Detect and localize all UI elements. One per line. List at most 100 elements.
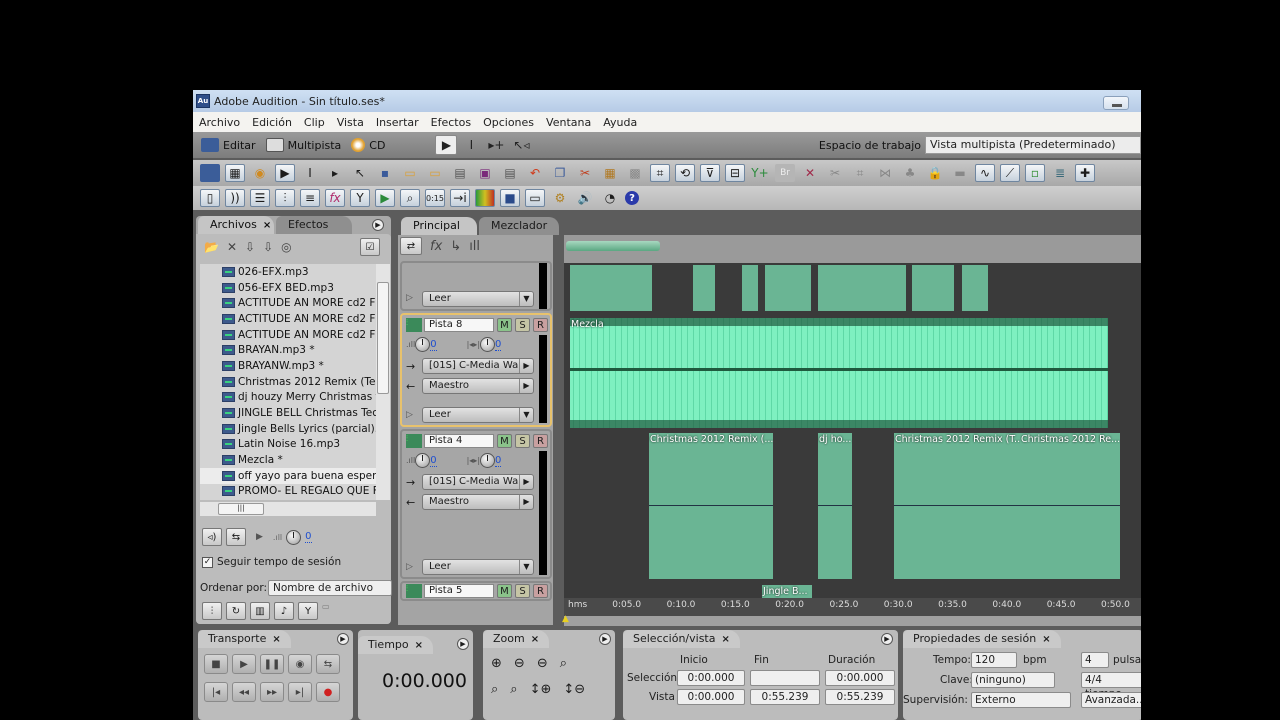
mute-button[interactable]: M (497, 584, 512, 598)
audio-settings-icon[interactable]: 🔊 (575, 189, 595, 207)
mute-button[interactable]: M (497, 434, 512, 448)
volume-knob[interactable] (286, 529, 302, 545)
filter-loop-icon[interactable]: ↻ (226, 602, 246, 620)
close-file-icon[interactable]: ✕ (227, 240, 237, 254)
solo-button[interactable]: S (515, 318, 530, 332)
view-start-input[interactable]: 0:00.000 (677, 689, 745, 705)
close-icon[interactable]: × (721, 634, 729, 645)
multitrack-view-icon[interactable]: ▦ (225, 164, 245, 182)
spline-curve-icon[interactable]: ▫ (1025, 164, 1045, 182)
help-icon[interactable]: ? (625, 191, 639, 205)
clip[interactable] (570, 265, 652, 311)
insert-track-icon[interactable]: ✚ (1075, 164, 1095, 182)
view-duration-input[interactable]: 0:55.239 (825, 689, 895, 705)
clip[interactable]: Jingle B... (762, 585, 812, 598)
zoom-right-edge-icon[interactable]: ⌕ (510, 682, 517, 697)
filter-midi-icon[interactable]: ♪ (274, 602, 294, 620)
output-select[interactable]: Maestro ▶ (422, 378, 534, 394)
zoom-selection-icon[interactable]: ⌕ (560, 656, 567, 671)
cut-icon[interactable]: ✂ (575, 164, 595, 182)
clip[interactable] (912, 265, 954, 311)
close-icon[interactable]: × (531, 634, 539, 645)
trim-icon[interactable]: ⌗ (850, 164, 870, 182)
lock-clip-icon[interactable]: 🔒 (925, 164, 945, 182)
pan-knob[interactable] (480, 453, 496, 468)
file-list-item[interactable]: JINGLE BELL Christmas Tecl (200, 405, 376, 421)
clip[interactable]: Christmas 2012 Remix (... (649, 433, 773, 579)
input-select[interactable]: [01S] C-Media Wa ▶ (422, 358, 534, 374)
open-append-icon[interactable]: ▭ (425, 164, 445, 182)
play-from-cursor-button[interactable]: ◉ (288, 654, 312, 674)
close-icon[interactable]: × (263, 220, 271, 231)
track-name-input[interactable]: Pista 4 (424, 434, 494, 448)
save-icon[interactable]: ▣ (475, 164, 495, 182)
file-list-item[interactable]: Christmas 2012 Remix (Techr (200, 374, 376, 390)
fx-icon[interactable]: fx (430, 239, 442, 254)
close-icon[interactable]: × (272, 634, 280, 645)
move-tool-icon[interactable]: ▶ (435, 135, 458, 155)
mute-clip-icon[interactable]: ✕ (800, 164, 820, 182)
track-5-lane[interactable]: Jingle B... (564, 580, 1141, 598)
fast-forward-button[interactable]: ▸▸ (260, 682, 284, 702)
preferences-icon[interactable]: ◔ (600, 189, 620, 207)
scrub-tool-icon-2[interactable]: ↖ (350, 164, 370, 182)
time-tab[interactable]: Tiempo × (358, 636, 434, 654)
move-tool-icon-2[interactable]: ▶ (275, 164, 295, 182)
file-list-item[interactable]: off yayo para buena esperanz (200, 467, 376, 484)
edit-mode-button[interactable]: Editar (201, 138, 256, 152)
autoplay-icon[interactable]: ◃) (202, 528, 222, 546)
play-button[interactable]: ▶ (232, 654, 256, 674)
time-ruler[interactable]: hms 0:05.0 0:10.0 0:15.0 0:20.0 0:25.0 0:30.0 0… (564, 598, 1141, 616)
expand-icon[interactable]: ▷ (406, 293, 413, 303)
tab-efectos[interactable]: Efectos (276, 216, 352, 234)
tracks-list-icon[interactable]: ≣ (1050, 164, 1070, 182)
split-icon[interactable]: ✂ (825, 164, 845, 182)
stop-button[interactable]: ■ (204, 654, 228, 674)
menu-ayuda[interactable]: Ayuda (603, 116, 637, 129)
panel-menu-icon[interactable]: ▶ (372, 219, 384, 231)
selection-duration-input[interactable]: 0:00.000 (825, 670, 895, 686)
clip[interactable] (818, 265, 906, 311)
menu-insertar[interactable]: Insertar (376, 116, 419, 129)
panel-menu-icon[interactable]: ▶ (599, 633, 611, 645)
zoom-out-vertical-icon[interactable]: ↕⊖ (563, 682, 585, 697)
panel-menu-icon[interactable]: ▶ (457, 638, 469, 650)
menu-edicion[interactable]: Edición (252, 116, 292, 129)
play-preview-icon[interactable]: ▶ (256, 532, 263, 542)
insert-audio-icon[interactable]: ◎ (281, 240, 291, 254)
clip[interactable]: Christmas 2012 Re... (1020, 433, 1120, 579)
filter-audio-icon[interactable]: ⫶ (202, 602, 222, 620)
menu-vista[interactable]: Vista (337, 116, 364, 129)
transport-tab[interactable]: Transporte × (198, 630, 291, 648)
file-list-item[interactable]: 056-EFX BED.mp3 (200, 280, 376, 296)
paste-icon[interactable]: ▦ (600, 164, 620, 182)
key-select[interactable]: (ninguno) (971, 672, 1055, 688)
session-tab[interactable]: Propiedades de sesión × (903, 630, 1061, 648)
mix-clip[interactable]: Mezcla (570, 318, 1108, 428)
zoom-tab[interactable]: Zoom × (483, 630, 550, 648)
track-pista-4[interactable]: ⫶ Pista 4 M S R .ıll 0 |◂▸| 0 → [01S] C-… (400, 429, 552, 579)
file-list-item[interactable]: ACTITUDE AN MORE cd2 F (200, 311, 376, 327)
file-list-item[interactable]: dj houzy Merry Christmas tec (200, 390, 376, 406)
menu-efectos[interactable]: Efectos (431, 116, 471, 129)
file-list-item[interactable]: BRAYANW.mp3 * (200, 358, 376, 374)
video-window-icon[interactable]: ■ (500, 189, 520, 207)
file-list-item[interactable]: Mezcla * (200, 452, 376, 468)
zoom-in-horizontal-icon[interactable]: ⊕ (491, 656, 502, 671)
zoom-window-icon[interactable]: ⌕ (400, 189, 420, 207)
crossfade-icon[interactable]: ⋈ (875, 164, 895, 182)
save-all-icon[interactable]: ▤ (500, 164, 520, 182)
filter-video-icon[interactable]: ▥ (250, 602, 270, 620)
transport-window-icon[interactable]: ☰ (250, 189, 270, 207)
automation-mode-select[interactable]: Leer ▼ (422, 407, 534, 423)
record-arm-button[interactable]: R (533, 584, 548, 598)
advanced-button[interactable]: Avanzada... (1081, 692, 1141, 708)
file-list-item[interactable]: BRAYAN.mp3 * (200, 342, 376, 358)
time-signature-select[interactable]: 4/4 tiempo (1081, 672, 1141, 700)
follow-tempo-checkbox[interactable]: ✓ (202, 556, 213, 568)
cursor-tool-icon[interactable]: I (300, 164, 320, 182)
file-list-vscrollbar[interactable] (376, 264, 390, 500)
file-list-item[interactable]: 026-EFX.mp3 (200, 264, 376, 280)
track-pista-8[interactable]: ⫶ Pista 8 M S R .ıll 0 |◂▸| 0 → [01S] C-… (400, 313, 552, 427)
volume-value[interactable]: 0 (430, 339, 437, 351)
